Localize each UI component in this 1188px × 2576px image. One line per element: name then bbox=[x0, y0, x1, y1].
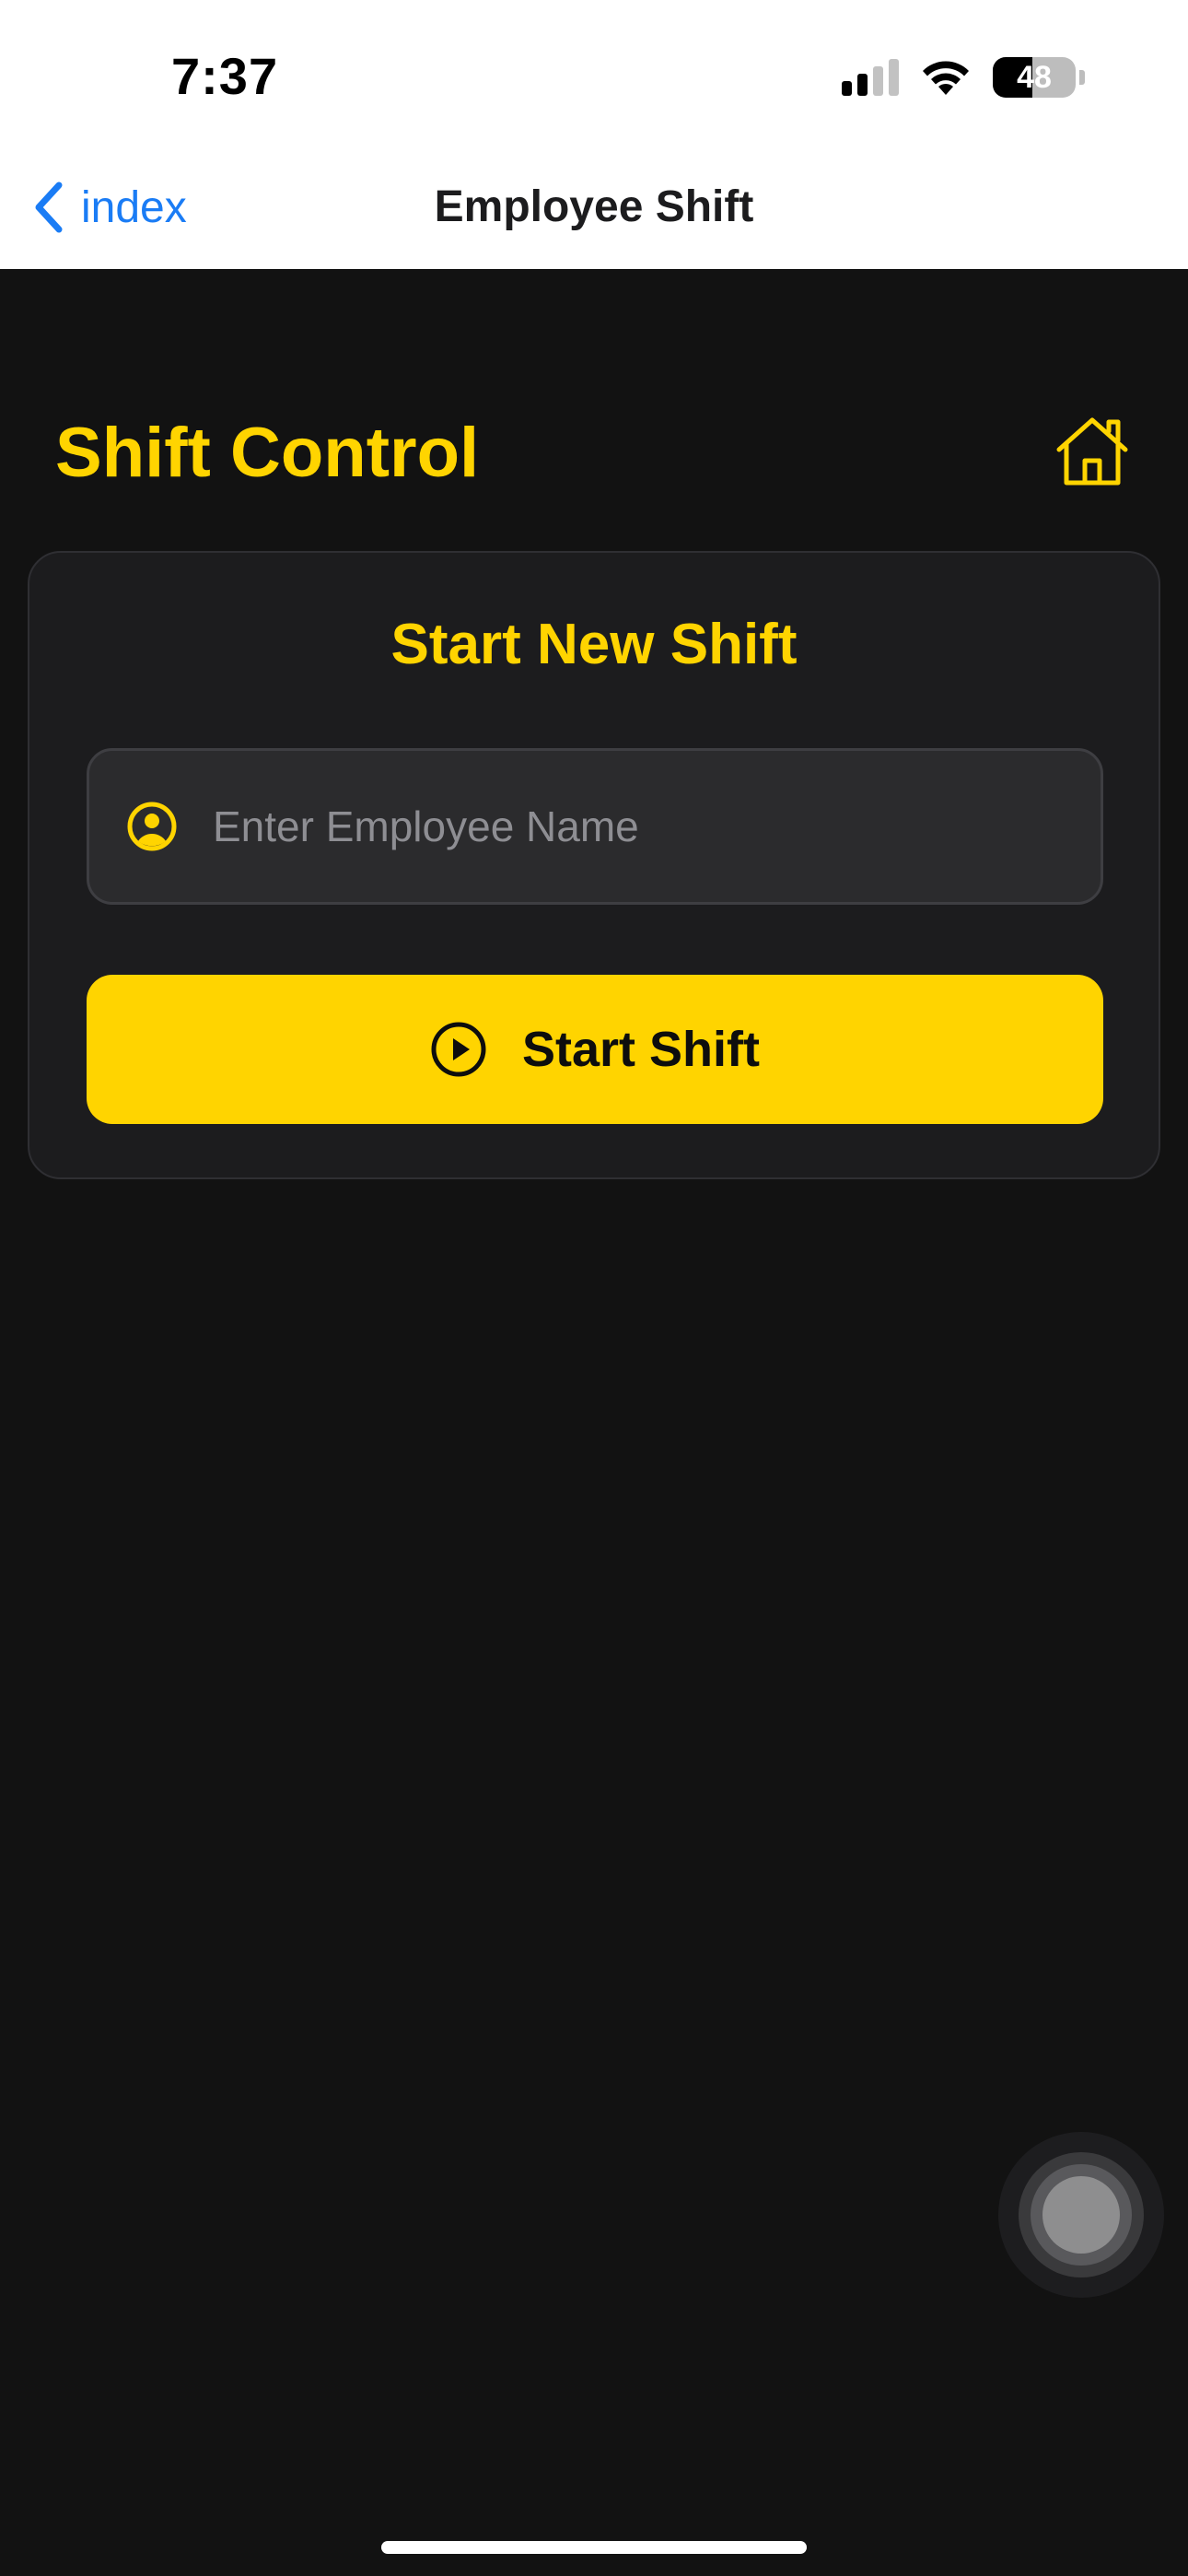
status-bar: 7:37 48 bbox=[0, 0, 1188, 161]
battery-icon: 48 bbox=[993, 57, 1076, 98]
assistive-touch-ring bbox=[1019, 2152, 1144, 2277]
status-time: 7:37 bbox=[171, 47, 279, 105]
assistive-touch-button[interactable] bbox=[998, 2132, 1164, 2298]
cellular-signal-icon bbox=[842, 59, 899, 96]
battery-level: 48 bbox=[1017, 59, 1052, 95]
user-circle-icon bbox=[127, 802, 177, 851]
start-shift-button[interactable]: Start Shift bbox=[87, 975, 1103, 1124]
play-circle-icon bbox=[431, 1022, 486, 1077]
card-title: Start New Shift bbox=[390, 613, 798, 676]
wifi-icon bbox=[923, 61, 969, 95]
app-screen: 7:37 48 index Employee Shift Shift Contr… bbox=[0, 0, 1188, 2576]
navigation-bar: index Employee Shift bbox=[0, 161, 1188, 269]
employee-name-input[interactable] bbox=[213, 751, 1101, 902]
page-title: Shift Control bbox=[55, 414, 480, 492]
nav-title: Employee Shift bbox=[434, 182, 754, 231]
start-shift-card: Start New Shift Start Shift bbox=[28, 551, 1160, 1179]
home-indicator[interactable] bbox=[381, 2541, 807, 2554]
assistive-touch-inner-ring bbox=[1031, 2164, 1132, 2266]
house-icon bbox=[1056, 417, 1128, 486]
home-button[interactable] bbox=[1054, 413, 1131, 490]
battery-tip bbox=[1079, 70, 1085, 85]
assistive-touch-core bbox=[1042, 2176, 1120, 2254]
employee-name-field[interactable] bbox=[87, 748, 1103, 905]
start-shift-label: Start Shift bbox=[521, 1022, 760, 1077]
status-icons: 48 bbox=[842, 57, 1085, 98]
